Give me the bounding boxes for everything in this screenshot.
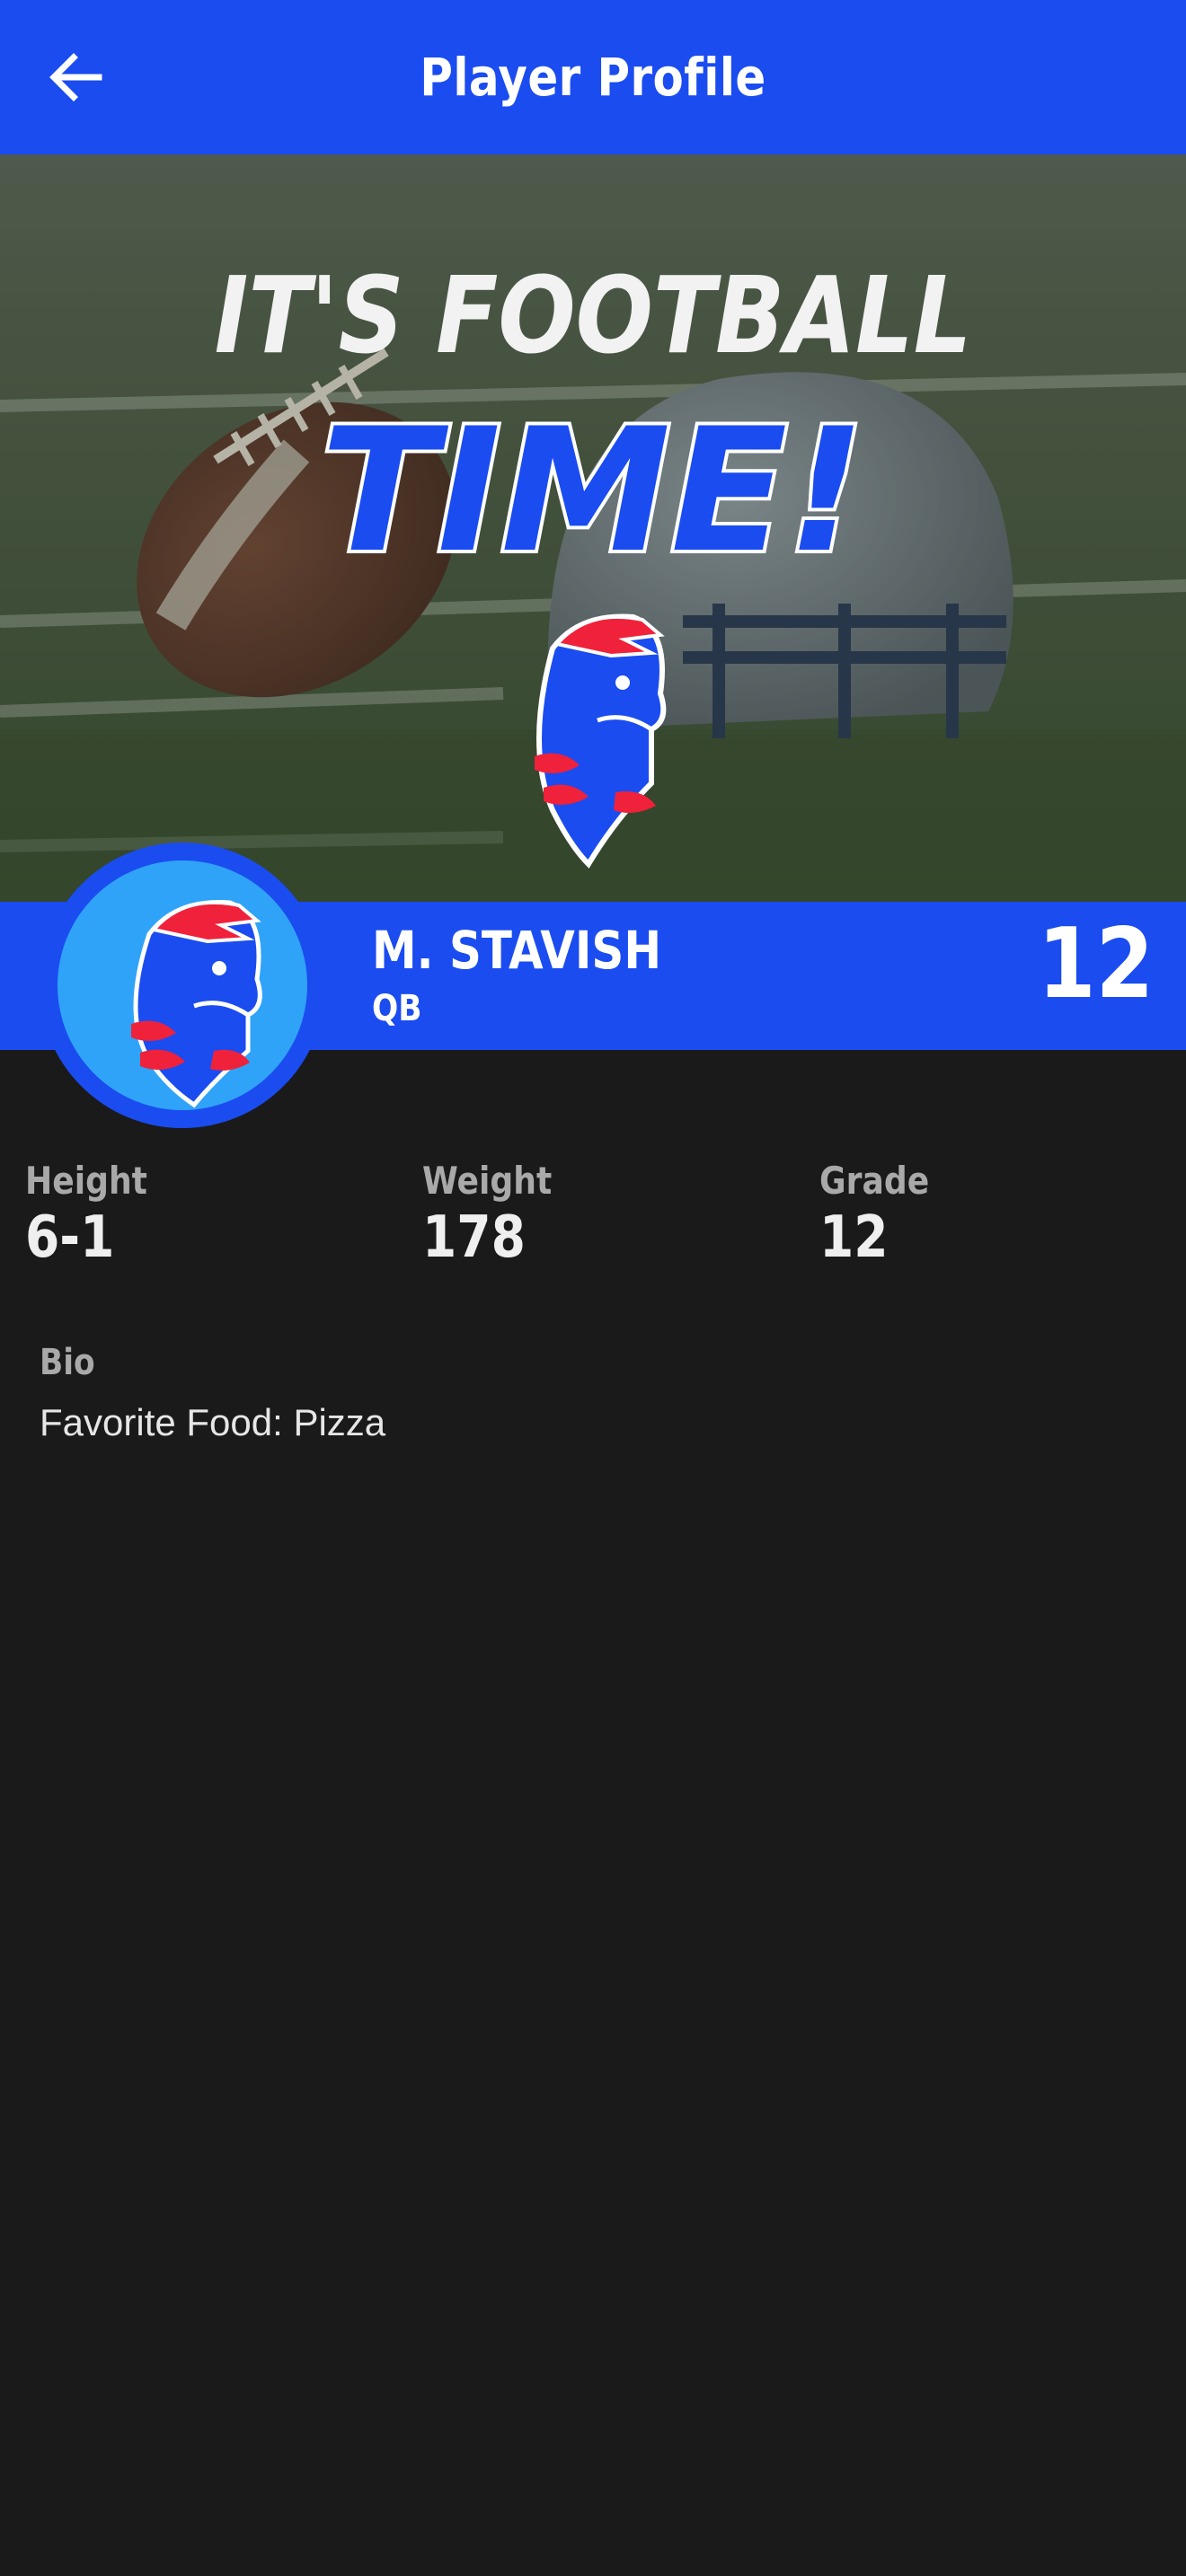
bio-text: Favorite Food: Pizza <box>40 1401 386 1443</box>
avatar <box>40 842 325 1128</box>
page-title: Player Profile <box>420 47 766 108</box>
player-name: M. STAVISH <box>372 920 662 981</box>
stat-value: 6-1 <box>25 1204 115 1271</box>
stat-label: Weight <box>422 1159 553 1203</box>
stat-value: 178 <box>422 1204 526 1271</box>
arrow-left-icon <box>49 53 102 101</box>
player-number: 12 <box>1037 908 1154 1020</box>
warrior-head-logo <box>131 899 262 1108</box>
app-bar: Player Profile <box>0 0 1186 154</box>
stat-value: 12 <box>819 1204 889 1271</box>
hero-headline: IT'S FOOTBALL <box>215 254 972 377</box>
back-button[interactable] <box>36 41 115 113</box>
hero-banner: IT'S FOOTBALL TIME! <box>0 154 1186 902</box>
stat-grade: Grade 12 <box>819 1159 947 1271</box>
bio-label: Bio <box>40 1342 95 1383</box>
stat-label: Grade <box>819 1159 930 1203</box>
stat-weight: Weight 178 <box>422 1159 573 1271</box>
hero-subheadline: TIME! <box>321 392 865 590</box>
player-position: QB <box>372 988 422 1029</box>
stat-label: Height <box>25 1159 147 1203</box>
stat-height: Height 6-1 <box>25 1159 167 1271</box>
player-stats: Height 6-1 Weight 178 Grade 12 <box>0 1159 1186 1275</box>
